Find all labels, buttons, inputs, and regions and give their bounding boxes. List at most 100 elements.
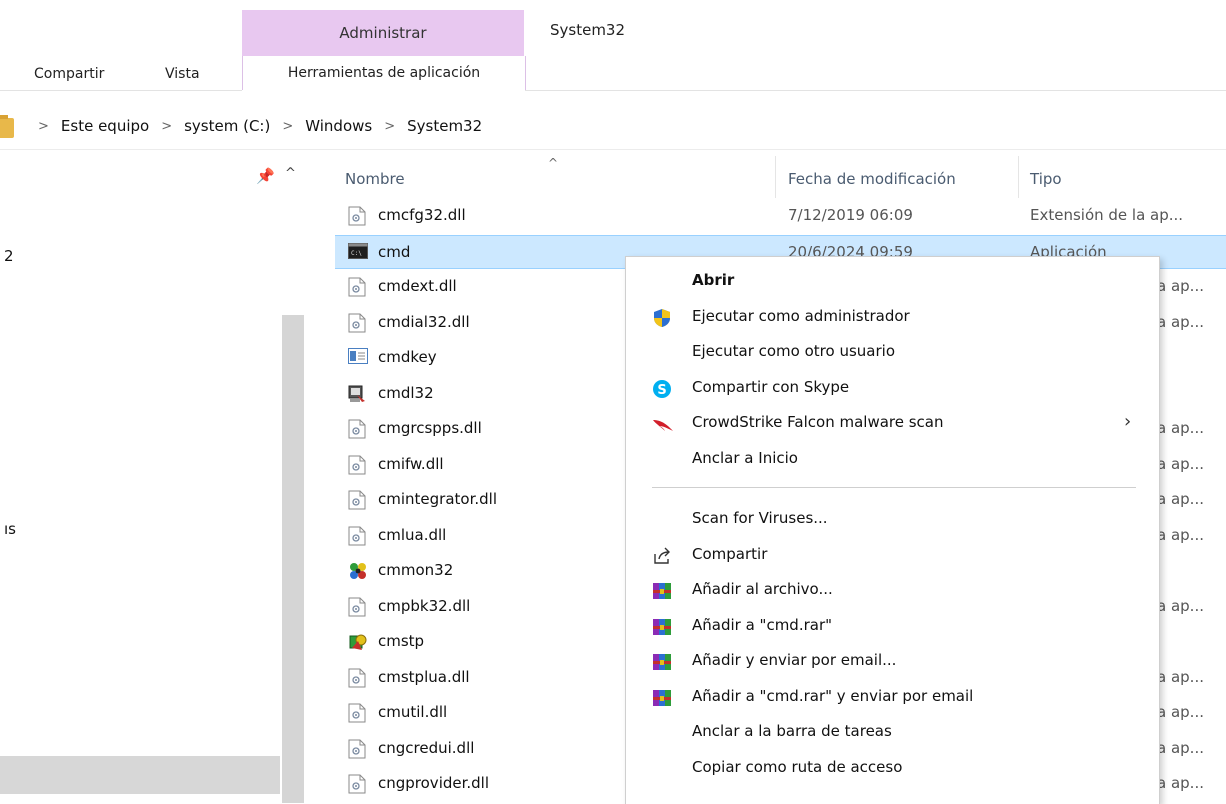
winrar-icon (652, 617, 672, 637)
nav-item-fragment[interactable]: ıs (4, 520, 16, 538)
file-name: cmstplua.dll (378, 667, 470, 686)
column-header-date[interactable]: Fecha de modificación (788, 170, 956, 188)
menu-item-label: Añadir y enviar por email... (692, 651, 897, 669)
menu-item-label: Ejecutar como administrador (692, 306, 910, 325)
file-name: cmlua.dll (378, 525, 447, 544)
file-type: a ap... (1157, 419, 1204, 437)
dll-icon (348, 597, 366, 617)
cmdl32-icon (348, 384, 366, 404)
file-row-cmcfg32-dll[interactable]: cmcfg32.dll 7/12/2019 06:09 Extensión de l… (335, 199, 1226, 233)
file-type: a ap... (1157, 454, 1204, 473)
menu-item-compartir-con-skype[interactable]: S Compartir con Skype (626, 370, 1159, 406)
column-divider[interactable] (775, 156, 776, 198)
nav-selected-item[interactable] (0, 756, 280, 794)
nav-scrollbar-thumb[interactable] (282, 315, 304, 803)
dll-icon (348, 490, 366, 510)
menu-item-label: Scan for Viruses... (692, 509, 828, 527)
menu-item-label: Añadir al archivo... (692, 580, 833, 598)
chevron-right-icon[interactable]: > (282, 119, 293, 134)
dll-icon (348, 455, 366, 475)
menu-item-scan-for-viruses[interactable]: Scan for Viruses... (626, 501, 1159, 537)
crowdstrike-icon (652, 414, 673, 434)
file-name: cngcredui.dll (378, 738, 475, 757)
ribbon-divider-gap (242, 90, 525, 91)
sort-ascending-icon: ^ (548, 156, 559, 170)
cmmon32-icon (348, 561, 366, 581)
svg-text:S: S (657, 383, 666, 398)
chevron-right-icon[interactable]: > (161, 119, 172, 134)
cmd-icon: C:\ (348, 242, 368, 263)
column-header-name[interactable]: Nombre (345, 170, 405, 188)
file-name: cmdkey (378, 348, 437, 366)
menu-item-a-adir-a-cmd-rar-y-enviar-por-email[interactable]: Añadir a "cmd.rar" y enviar por email (626, 679, 1159, 715)
menu-item-label: Anclar a la barra de tareas (692, 722, 892, 740)
dll-icon (348, 668, 366, 688)
breadcrumb-windows[interactable]: Windows (305, 117, 372, 135)
dll-icon (348, 277, 366, 297)
tools-tab-label: Herramientas de aplicación (287, 65, 481, 81)
menu-item-compartir[interactable]: Compartir (626, 537, 1159, 573)
file-name: cmmon32 (378, 561, 454, 579)
uac-shield-icon (652, 308, 672, 328)
breadcrumb: > Este equipo > system (C:) > Windows > … (26, 117, 482, 135)
pin-icon[interactable]: 📌 (256, 167, 275, 185)
file-type: a ap... (1157, 738, 1204, 757)
chevron-right-icon[interactable]: > (38, 119, 49, 134)
tab-compartir[interactable]: Compartir (34, 66, 104, 82)
tab-vista[interactable]: Vista (165, 66, 200, 82)
breadcrumb-system-c[interactable]: system (C:) (184, 117, 270, 135)
file-type: Extensión de la ap... (1030, 206, 1184, 224)
menu-item-abrir[interactable]: Abrir (626, 263, 1159, 299)
menu-item-anclar-a-inicio[interactable]: Anclar a Inicio (626, 441, 1159, 477)
menu-item-copiar-como-ruta-de-acceso[interactable]: Copiar como ruta de acceso (626, 750, 1159, 786)
cmdkey-icon (348, 348, 368, 368)
dll-icon (348, 703, 366, 723)
file-name: cmdl32 (378, 383, 434, 402)
folder-icon (0, 115, 14, 138)
file-type: a ap... (1157, 774, 1204, 792)
address-divider (0, 149, 1226, 150)
dll-icon (348, 313, 366, 333)
file-name: cmutil.dll (378, 703, 448, 721)
cmstp-icon (348, 632, 367, 652)
menu-item-label: Abrir (692, 271, 735, 289)
menu-item-label: Ejecutar como otro usuario (692, 342, 895, 360)
breadcrumb-este-equipo[interactable]: Este equipo (61, 117, 149, 135)
winrar-icon (652, 652, 672, 672)
menu-item-ejecutar-como-otro-usuario[interactable]: Ejecutar como otro usuario (626, 334, 1159, 370)
file-name: cmdial32.dll (378, 312, 470, 331)
menu-item-ejecutar-como-administrador[interactable]: Ejecutar como administrador (626, 299, 1159, 335)
dll-icon (348, 419, 366, 439)
file-name: cmifw.dll (378, 454, 444, 473)
file-type: a ap... (1157, 667, 1204, 686)
file-name: cmpbk32.dll (378, 596, 471, 615)
ribbon-divider (0, 90, 1226, 91)
file-name: cmintegrator.dll (378, 490, 497, 508)
dll-icon (348, 774, 366, 794)
menu-item-label: Añadir a "cmd.rar" y enviar por email (692, 686, 974, 705)
scroll-up-icon[interactable]: ^ (285, 166, 296, 181)
tab-herramientas-aplicacion[interactable]: Herramientas de aplicación (242, 56, 526, 90)
menu-item-a-adir-a-cmd-rar[interactable]: Añadir a "cmd.rar" (626, 608, 1159, 644)
menu-item-anclar-a-la-barra-de-tareas[interactable]: Anclar a la barra de tareas (626, 714, 1159, 750)
menu-item-a-adir-al-archivo[interactable]: Añadir al archivo... (626, 572, 1159, 608)
menu-item-label: Anclar a Inicio (692, 448, 798, 467)
file-name: cngprovider.dll (378, 774, 490, 792)
file-type: a ap... (1157, 703, 1204, 721)
context-header-label: Administrar (339, 24, 427, 42)
menu-item-label: Compartir (692, 544, 768, 563)
menu-item-label: CrowdStrike Falcon malware scan (692, 413, 944, 431)
chevron-right-icon[interactable]: > (384, 119, 395, 134)
file-name: cmcfg32.dll (378, 206, 466, 224)
breadcrumb-system32[interactable]: System32 (407, 117, 482, 135)
menu-item-a-adir-y-enviar-por-email[interactable]: Añadir y enviar por email... (626, 643, 1159, 679)
column-header-type[interactable]: Tipo (1030, 170, 1062, 188)
nav-item-fragment[interactable]: 2 (4, 247, 14, 265)
menu-item-label: Copiar como ruta de acceso (692, 757, 903, 776)
file-type: a ap... (1157, 525, 1204, 544)
winrar-icon (652, 581, 672, 601)
svg-text:C:\: C:\ (351, 250, 362, 257)
dll-icon (348, 206, 366, 226)
menu-item-crowdstrike-falcon-malware-scan[interactable]: CrowdStrike Falcon malware scan › (626, 405, 1159, 441)
column-divider[interactable] (1018, 156, 1019, 198)
